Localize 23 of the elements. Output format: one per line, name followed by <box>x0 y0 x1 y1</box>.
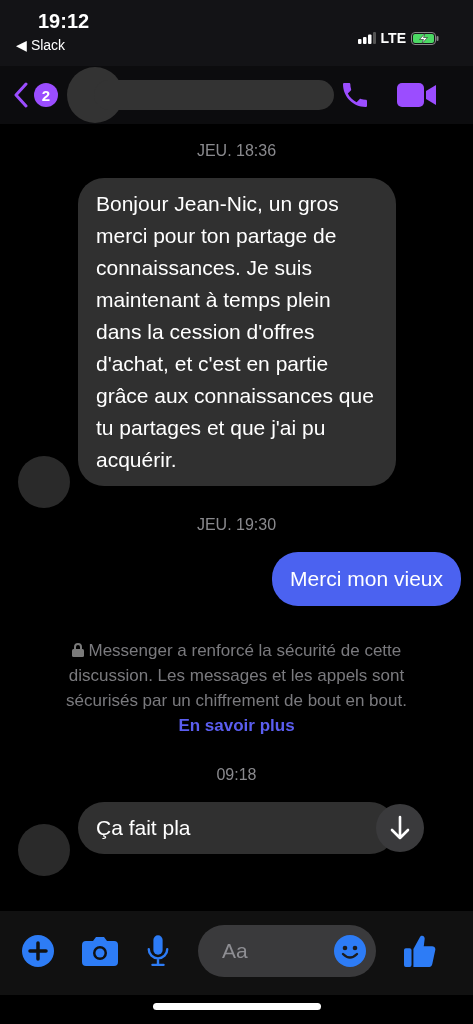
thumbs-up-icon[interactable] <box>404 934 436 968</box>
video-camera-icon[interactable] <box>397 81 437 109</box>
learn-more-link[interactable]: En savoir plus <box>178 713 295 738</box>
message-bubble: Bonjour Jean-Nic, un gros merci pour ton partage de connaissances. Je suis maintenant à temps plein dans la cession d'offres d'achat, et c'est en partie grâce aux connaissances que tu partages et que j'ai pu acquérir. <box>78 178 396 486</box>
add-icon[interactable] <box>22 935 54 967</box>
emoji-icon[interactable] <box>334 935 366 967</box>
camera-icon[interactable] <box>82 936 118 966</box>
unread-badge: 2 <box>34 83 58 107</box>
microphone-icon[interactable] <box>146 935 170 967</box>
clock: 19:12 <box>38 10 90 33</box>
scroll-down-button[interactable] <box>376 804 424 852</box>
back-icon[interactable] <box>14 82 28 108</box>
timestamp: JEU. 19:30 <box>195 516 278 534</box>
signal-icon <box>357 32 376 44</box>
timestamp: 09:18 <box>215 766 258 784</box>
text-input[interactable]: Aa <box>220 938 334 964</box>
timestamp: JEU. 18:36 <box>195 142 278 160</box>
message-field[interactable]: Aa <box>198 925 376 977</box>
encryption-notice: Messenger a renforcé la sécurité de cette discussion. Les messages et les appels sont sécurisés par un chiffrement de bout en bout. <box>65 640 408 712</box>
lock-icon <box>71 643 84 657</box>
network-label: LTE <box>380 30 406 46</box>
back-to-app-link[interactable]: ◀ Slack <box>16 37 66 53</box>
message-bubble: Merci mon vieux <box>272 552 461 606</box>
